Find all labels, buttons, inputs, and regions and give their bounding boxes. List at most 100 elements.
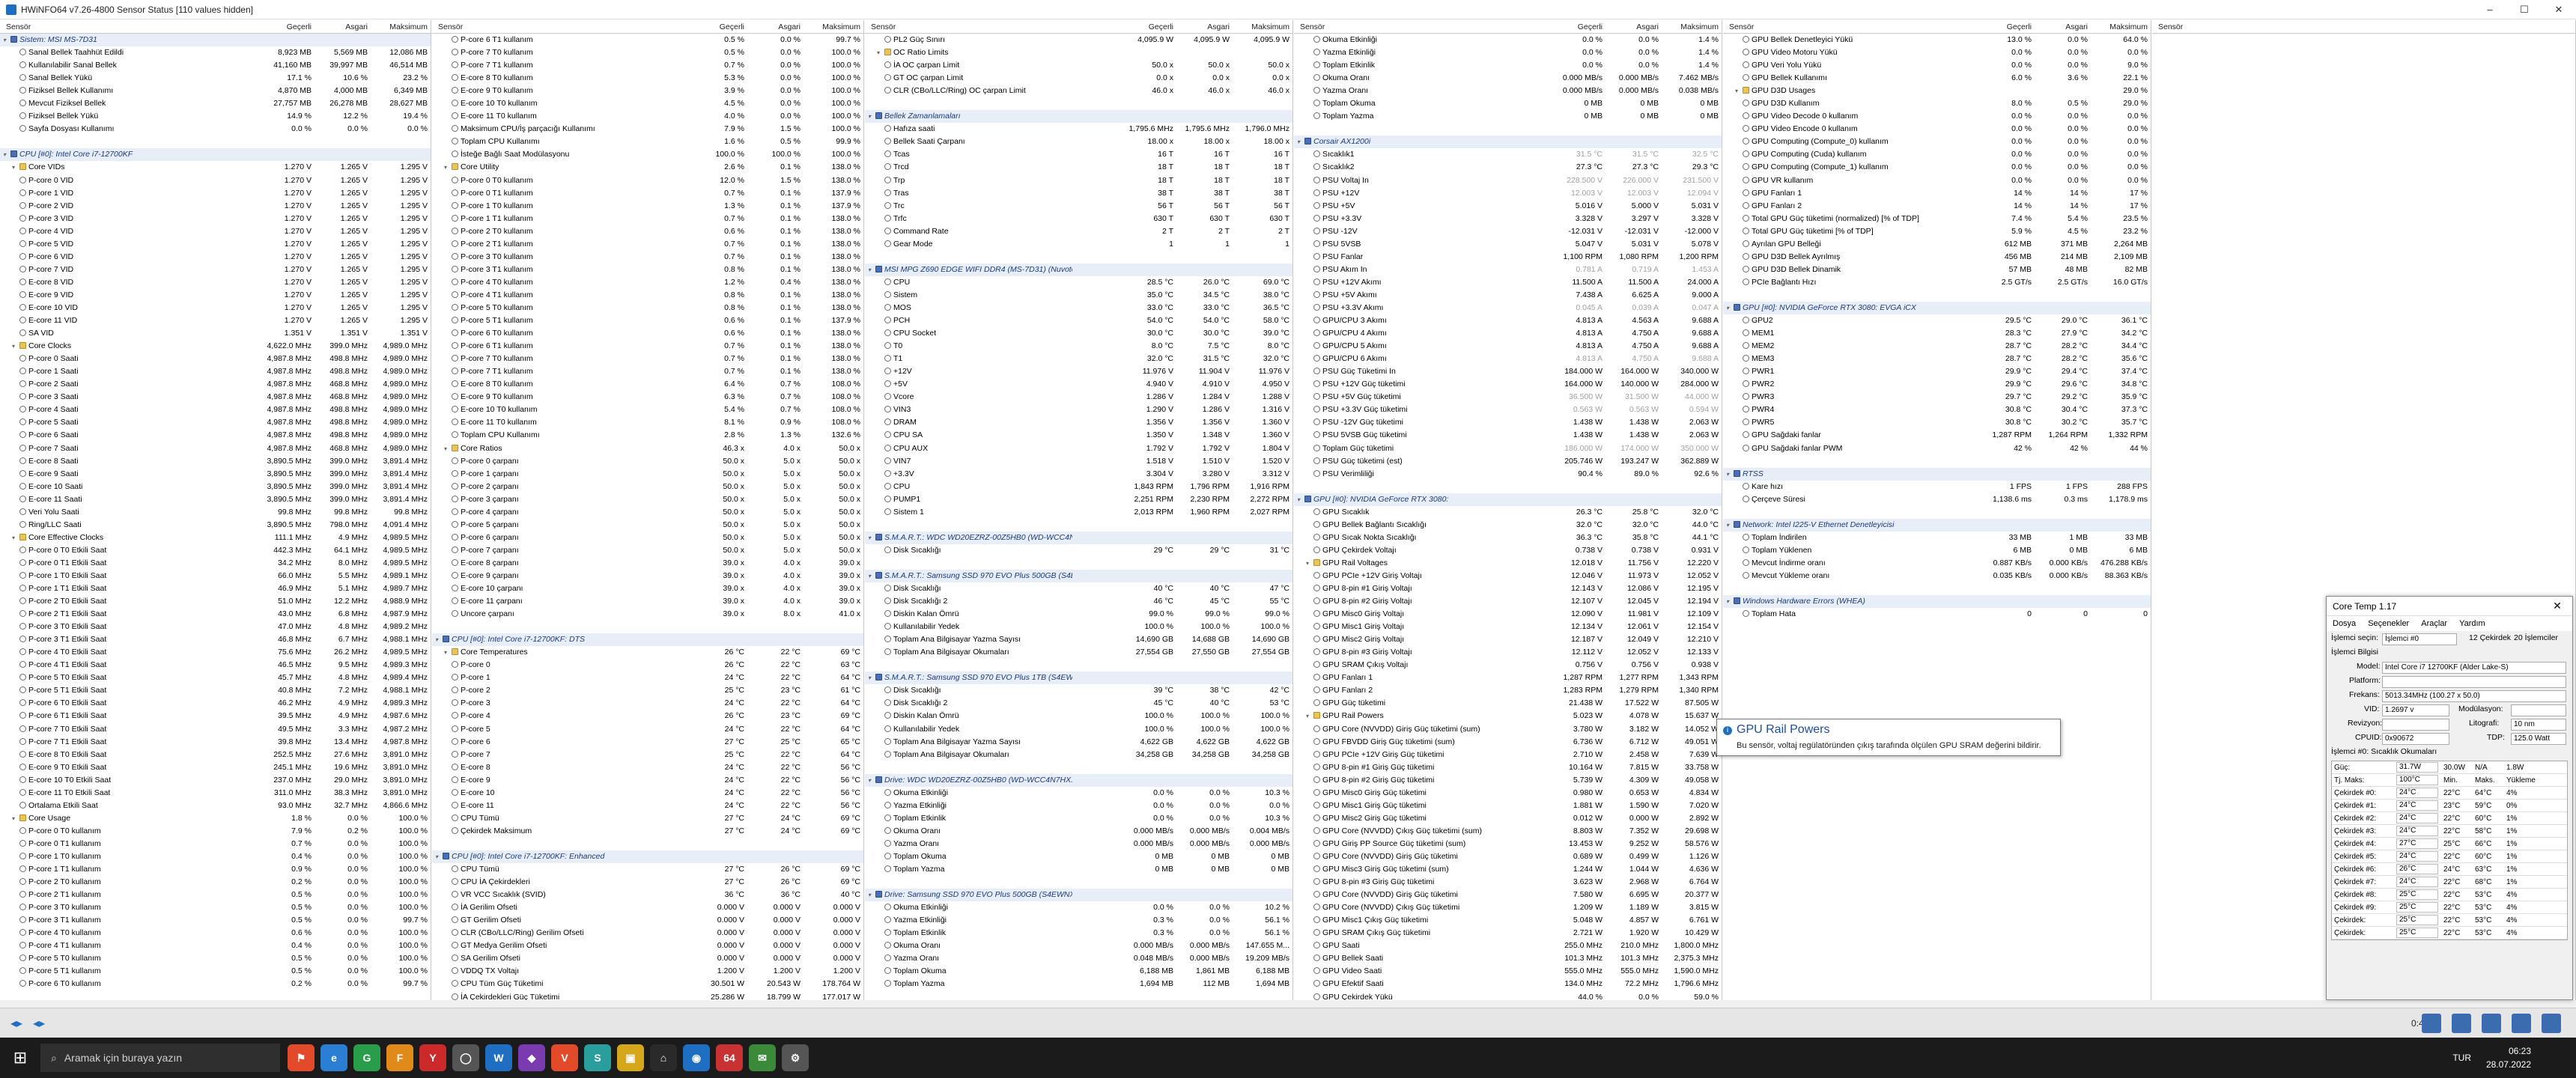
sensor-row[interactable]: Yazma Oranı 0.000 MB/s 0.000 MB/s 0.038 MB/… — [1294, 85, 1722, 97]
sensor-row[interactable]: Total GPU Güç tüketimi (normalized) [% o… — [1723, 213, 2151, 225]
header-cell[interactable]: Maksimum — [822, 22, 860, 31]
sensor-row[interactable]: P-core 2 T1 kullanım 0.5 % 0.0 % 100.0 % — [0, 889, 431, 901]
taskbar-app-icon[interactable]: Y — [419, 1044, 446, 1071]
sensor-row[interactable]: GPU2 29.5 °C 29.0 °C 36.1 °C — [1723, 314, 2151, 327]
sensor-row[interactable]: PSU +12V Akımı 11.500 A 11.500 A 24.000 A — [1294, 276, 1722, 289]
sensor-row[interactable]: GPU D3D Bellek Dinamik 57 MB 48 MB 82 MB — [1723, 264, 2151, 276]
sensor-row[interactable]: T1 32.0 °C 31.5 °C 32.0 °C — [865, 353, 1292, 365]
expand-toggle-icon[interactable]: ▾ — [868, 892, 874, 898]
sensor-row[interactable]: Trcd 18 T 18 T 18 T — [865, 161, 1292, 174]
header-cell[interactable]: Sensör — [438, 22, 463, 31]
sensor-row[interactable]: Toplam Yüklenen 6 MB 0 MB 6 MB — [1723, 544, 2151, 557]
sensor-row[interactable]: P-core 3 24 °C 22 °C 64 °C — [432, 697, 863, 710]
sensor-row[interactable]: Command Rate 2 T2 T2 T — [865, 225, 1292, 238]
expand-toggle-icon[interactable]: ▾ — [12, 535, 18, 541]
sensor-row[interactable]: İA OC çarpan Limit 50.0 x 50.0 x 50.0 x — [865, 59, 1292, 72]
sensor-row[interactable]: Toplam CPU Kullanımı 2.8 % 1.3 % 132.6 % — [432, 429, 863, 442]
sensor-row[interactable]: P-core 2 T0 kullanım 0.6 % 0.1 % 138.0 % — [432, 225, 863, 238]
sensor-row[interactable]: PSU Verimliliği 90.4 % 89.0 % 92.6 % — [1294, 468, 1722, 481]
sensor-row[interactable]: GPU 8-pin #1 Giriş Güç tüketimi 10.164 W7… — [1294, 761, 1722, 774]
sensor-row[interactable]: PWR2 29.9 °C 29.6 °C 34.8 °C — [1723, 378, 2151, 391]
sensor-row[interactable]: Veri Yolu Saati 99.8 MHz 99.8 MHz 99.8 MHz — [0, 506, 431, 519]
sensor-group-header[interactable]: ▾ GPU [#0]: NVIDIA GeForce RTX 3080: EVGA… — [1723, 301, 2151, 315]
sensor-row[interactable]: P-core 6 Saati 4,987.8 MHz 498.8 MHz 4,989.… — [0, 429, 431, 442]
sensor-row[interactable]: DRAM 1.356 V 1.356 V 1.360 V — [865, 416, 1292, 429]
sensor-row[interactable]: Mevcut Yükleme oranı 0.035 KB/s 0.000 KB/s… — [1723, 570, 2151, 582]
sensor-row[interactable]: P-core 0 T0 kullanım 12.0 % 1.5 % 138.0 % — [432, 174, 863, 187]
sensor-row[interactable]: Toplam Ana Bilgisayar Okumaları 27,554 GB… — [865, 646, 1292, 659]
sensor-row[interactable]: Disk Sıcaklığı 2 45 °C 40 °C 53 °C — [865, 697, 1292, 710]
sensor-row[interactable]: P-core 7 T1 kullanım 0.7 % 0.1 % 138.0 % — [432, 365, 863, 378]
sensor-row[interactable]: GPU 8-pin #2 Giriş Güç tüketimi 5.739 W 4.… — [1294, 774, 1722, 787]
sensor-row[interactable]: E-core 8 T0 kullanım 5.3 % 0.0 % 100.0 % — [432, 72, 863, 85]
sensor-row[interactable]: Toplam Okuma 6,188 MB 1,861 MB 6,188 MB — [865, 965, 1292, 978]
taskbar-app-icon[interactable]: ✉ — [749, 1044, 776, 1071]
sensor-row[interactable]: P-core 4 Saati 4,987.8 MHz 498.8 MHz 4,989.… — [0, 404, 431, 416]
sensor-row[interactable]: P-core 5 T0 kullanım 0.5 % 0.0 % 100.0 % — [0, 952, 431, 965]
sensor-row[interactable]: E-core 8 T0 Etkili Saat 252.5 MHz 27.6 MHz… — [0, 749, 431, 761]
sensor-row[interactable]: GPU Bellek Denetleyici Yükü 13.0 % 0.0 % 64… — [1723, 34, 2151, 46]
minimize-button[interactable]: – — [2473, 0, 2507, 19]
sensor-row[interactable]: Sıcaklık1 31.5 °C 31.5 °C 32.5 °C — [1294, 148, 1722, 161]
sensor-row[interactable]: P-core 2 VID 1.270 V 1.265 V 1.295 V — [0, 200, 431, 213]
sensor-row[interactable]: GPU Computing (Compute_0) kullanım 0.0 % 0… — [1723, 135, 2151, 148]
header-cell[interactable]: Maksimum — [2109, 22, 2148, 31]
header-cell[interactable]: Geçerli — [1149, 22, 1173, 31]
sensor-row[interactable]: GPU 8-pin #3 Giriş Voltajı 12.112 V 12.052… — [1294, 646, 1722, 659]
sensor-row[interactable]: P-core 4 T1 kullanım 0.8 % 0.1 % 138.0 % — [432, 289, 863, 302]
horizontal-scrollbar[interactable] — [0, 1000, 2576, 1008]
sensor-row[interactable]: P-core 5 VID 1.270 V 1.265 V 1.295 V — [0, 238, 431, 251]
sensor-row[interactable]: E-core 9 T0 kullanım 6.3 % 0.7 % 108.0 % — [432, 391, 863, 404]
taskbar-app-icon[interactable]: ⌂ — [650, 1044, 677, 1071]
sensor-row[interactable]: E-core 11 T0 Etkili Saat 311.0 MHz 38.3 MH… — [0, 787, 431, 800]
sensor-row[interactable]: PWR1 29.9 °C 29.4 °C 37.4 °C — [1723, 365, 2151, 378]
sensor-row[interactable]: Diskin Kalan Ömrü 99.0 % 99.0 % 99.0 % — [865, 608, 1292, 621]
language-indicator[interactable]: TUR — [2452, 1053, 2471, 1063]
sensor-row[interactable]: GPU Core (NVVDD) Çıkış Güç tüketimi 1.209… — [1294, 901, 1722, 914]
sensor-row[interactable]: GPU Sıcaklık 26.3 °C 25.8 °C 32.0 °C — [1294, 506, 1722, 519]
sensor-row[interactable]: GPU 8-pin #1 Giriş Voltajı 12.143 V 12.086… — [1294, 582, 1722, 595]
sensor-row[interactable]: E-core 8 Saati 3,890.5 MHz 399.0 MHz 3,891.… — [0, 455, 431, 468]
sensor-row[interactable]: P-core 5 T0 kullanım 0.8 % 0.1 % 138.0 % — [432, 302, 863, 314]
sensor-row[interactable]: GPU Bellek Kullanımı 6.0 % 3.6 % 22.1 % — [1723, 72, 2151, 85]
sensor-row[interactable]: VIN7 1.518 V 1.510 V 1.520 V — [865, 455, 1292, 468]
close-button[interactable]: ✕ — [2542, 0, 2576, 19]
sensor-row[interactable]: +5V 4.940 V 4.910 V 4.950 V — [865, 378, 1292, 391]
sensor-row[interactable]: Vcore 1.286 V 1.284 V 1.288 V — [865, 391, 1292, 404]
column-header[interactable]: Sensör — [2152, 20, 2575, 34]
sensor-row[interactable]: GPU Computing (Cuda) kullanım 0.0 % 0.0 % 0… — [1723, 148, 2151, 161]
sensor-row[interactable]: GPU Fanları 1 14 % 14 % 17 % — [1723, 187, 2151, 200]
header-cell[interactable]: Maksimum — [389, 22, 428, 31]
sensor-row[interactable]: E-core 8 çarpanı 39.0 x 4.0 x 39.0 x — [432, 557, 863, 570]
sensor-row[interactable]: GPU Fanları 1 1,287 RPM 1,277 RPM 1,343 RPM — [1294, 672, 1722, 684]
expand-toggle-icon[interactable]: ▾ — [3, 151, 9, 158]
taskbar-app-icon[interactable]: F — [386, 1044, 413, 1071]
sensor-row[interactable]: GPU Core (NVVDD) Çıkış Güç tüketimi (sum… — [1294, 825, 1722, 838]
sensor-row[interactable]: GPU Sağdaki fanlar PWM 42 % 42 % 44 % — [1723, 442, 2151, 455]
sensor-row[interactable]: P-core 0 T1 kullanım 0.7 % 0.0 % 100.0 % — [0, 838, 431, 850]
sensor-row[interactable]: Ring/LLC Saati 3,890.5 MHz 798.0 MHz 4,091.… — [0, 519, 431, 532]
sensor-row[interactable]: P-core 2 T0 Etkili Saat 51.0 MHz 12.2 MHz 4… — [0, 595, 431, 608]
sensor-row[interactable]: Toplam İndirilen 33 MB 1 MB 33 MB — [1723, 532, 2151, 544]
sensor-row[interactable]: P-core 0 26 °C 22 °C 63 °C — [432, 659, 863, 672]
sensor-row[interactable]: GPU Bellek Bağlantı Sıcaklığı 32.0 °C 32.0… — [1294, 519, 1722, 532]
sensor-row[interactable]: P-core 3 T0 Etkili Saat 47.0 MHz 4.8 MHz 4,… — [0, 621, 431, 633]
sensor-row[interactable]: GPU Core (NVVDD) Giriş Güç tüketimi (sum… — [1294, 723, 1722, 736]
settings-icon[interactable] — [2482, 1013, 2501, 1033]
sensor-row[interactable]: P-core 7 T1 kullanım 0.7 % 0.0 % 100.0 % — [432, 59, 863, 72]
expand-toggle-icon[interactable]: ▾ — [877, 49, 883, 56]
header-cell[interactable]: Asgari — [1636, 22, 1659, 31]
sensor-row[interactable]: GPU FBVDD Giriş Güç tüketimi (sum) 6.736 … — [1294, 736, 1722, 749]
sensor-row[interactable]: E-core 11 T0 kullanım 8.1 % 0.9 % 108.0 % — [432, 416, 863, 429]
header-cell[interactable]: Geçerli — [720, 22, 744, 31]
expand-toggle-icon[interactable]: ▾ — [868, 573, 874, 579]
sensor-row[interactable]: PL2 Güç Sınırı 4,095.9 W 4,095.9 W 4,095.9 … — [865, 34, 1292, 46]
sensor-row[interactable]: P-core 3 çarpanı 50.0 x 5.0 x 50.0 x — [432, 493, 863, 506]
taskbar-search-input[interactable]: ⌕ Aramak için buraya yazın — [40, 1044, 280, 1072]
sensor-row[interactable]: P-core 7 T0 kullanım 0.5 % 0.0 % 100.0 % — [432, 46, 863, 59]
sensor-row[interactable]: E-core 9 Saati 3,890.5 MHz 399.0 MHz 3,891.… — [0, 468, 431, 481]
network-icon[interactable] — [2452, 1013, 2471, 1033]
header-cell[interactable]: Geçerli — [2007, 22, 2032, 31]
sensor-row[interactable]: Trp 18 T 18 T 18 T — [865, 174, 1292, 187]
sensor-row[interactable]: MEM3 28.7 °C 28.2 °C 35.6 °C — [1723, 353, 2151, 365]
